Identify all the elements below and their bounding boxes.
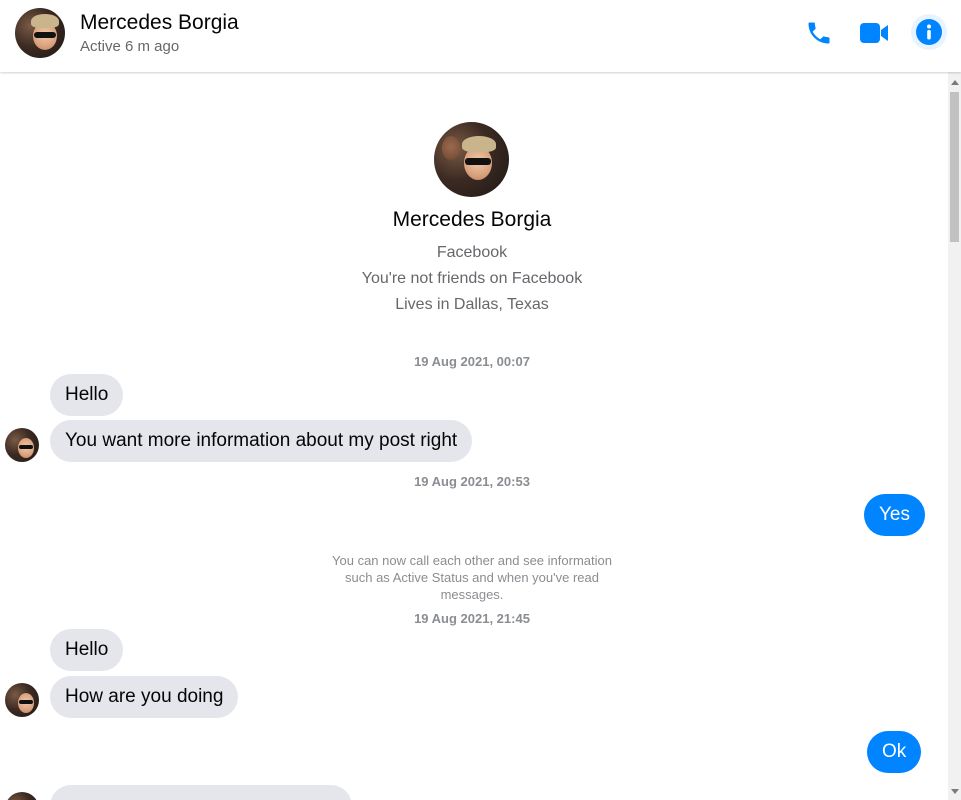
- incoming-message[interactable]: How are you doing: [50, 676, 239, 718]
- sender-avatar[interactable]: [5, 792, 39, 800]
- incoming-message[interactable]: Hello: [50, 629, 124, 671]
- info-icon: [916, 19, 942, 45]
- system-notice: You can now call each other and see info…: [332, 553, 612, 602]
- message-timestamp: 19 Aug 2021, 21:45: [414, 611, 530, 626]
- profile-location: Lives in Dallas, Texas: [395, 296, 549, 313]
- message-timestamp: 19 Aug 2021, 00:07: [414, 354, 530, 369]
- voice-call-button[interactable]: [802, 16, 836, 50]
- conversation-info-button[interactable]: [911, 14, 947, 50]
- outgoing-message[interactable]: Yes: [864, 494, 925, 536]
- conversation-header: Mercedes Borgia Active 6 m ago: [0, 0, 961, 72]
- scrollbar-thumb[interactable]: [950, 92, 959, 242]
- sender-avatar[interactable]: [5, 683, 39, 717]
- incoming-message[interactable]: Hello: [50, 374, 124, 416]
- scroll-up-arrow-icon[interactable]: [951, 80, 959, 85]
- scrollbar[interactable]: [948, 72, 961, 800]
- contact-avatar[interactable]: [15, 8, 65, 58]
- profile-name[interactable]: Mercedes Borgia: [0, 208, 944, 232]
- message-thread[interactable]: Mercedes Borgia Facebook You're not frie…: [0, 72, 948, 800]
- profile-avatar[interactable]: [434, 122, 509, 197]
- active-status: Active 6 m ago: [80, 38, 180, 55]
- incoming-message[interactable]: You want more information about my post …: [50, 420, 473, 462]
- incoming-message-partial[interactable]: [50, 785, 352, 800]
- outgoing-message[interactable]: Ok: [867, 731, 922, 773]
- video-call-button[interactable]: [856, 16, 892, 50]
- profile-source: Facebook: [436, 244, 508, 261]
- scroll-down-arrow-icon[interactable]: [951, 789, 959, 794]
- video-camera-icon: [860, 23, 888, 43]
- sender-avatar[interactable]: [5, 428, 39, 462]
- friendship-status: You're not friends on Facebook: [361, 270, 583, 287]
- phone-icon: [808, 22, 830, 44]
- message-timestamp: 19 Aug 2021, 20:53: [414, 474, 530, 489]
- contact-name[interactable]: Mercedes Borgia: [80, 11, 239, 35]
